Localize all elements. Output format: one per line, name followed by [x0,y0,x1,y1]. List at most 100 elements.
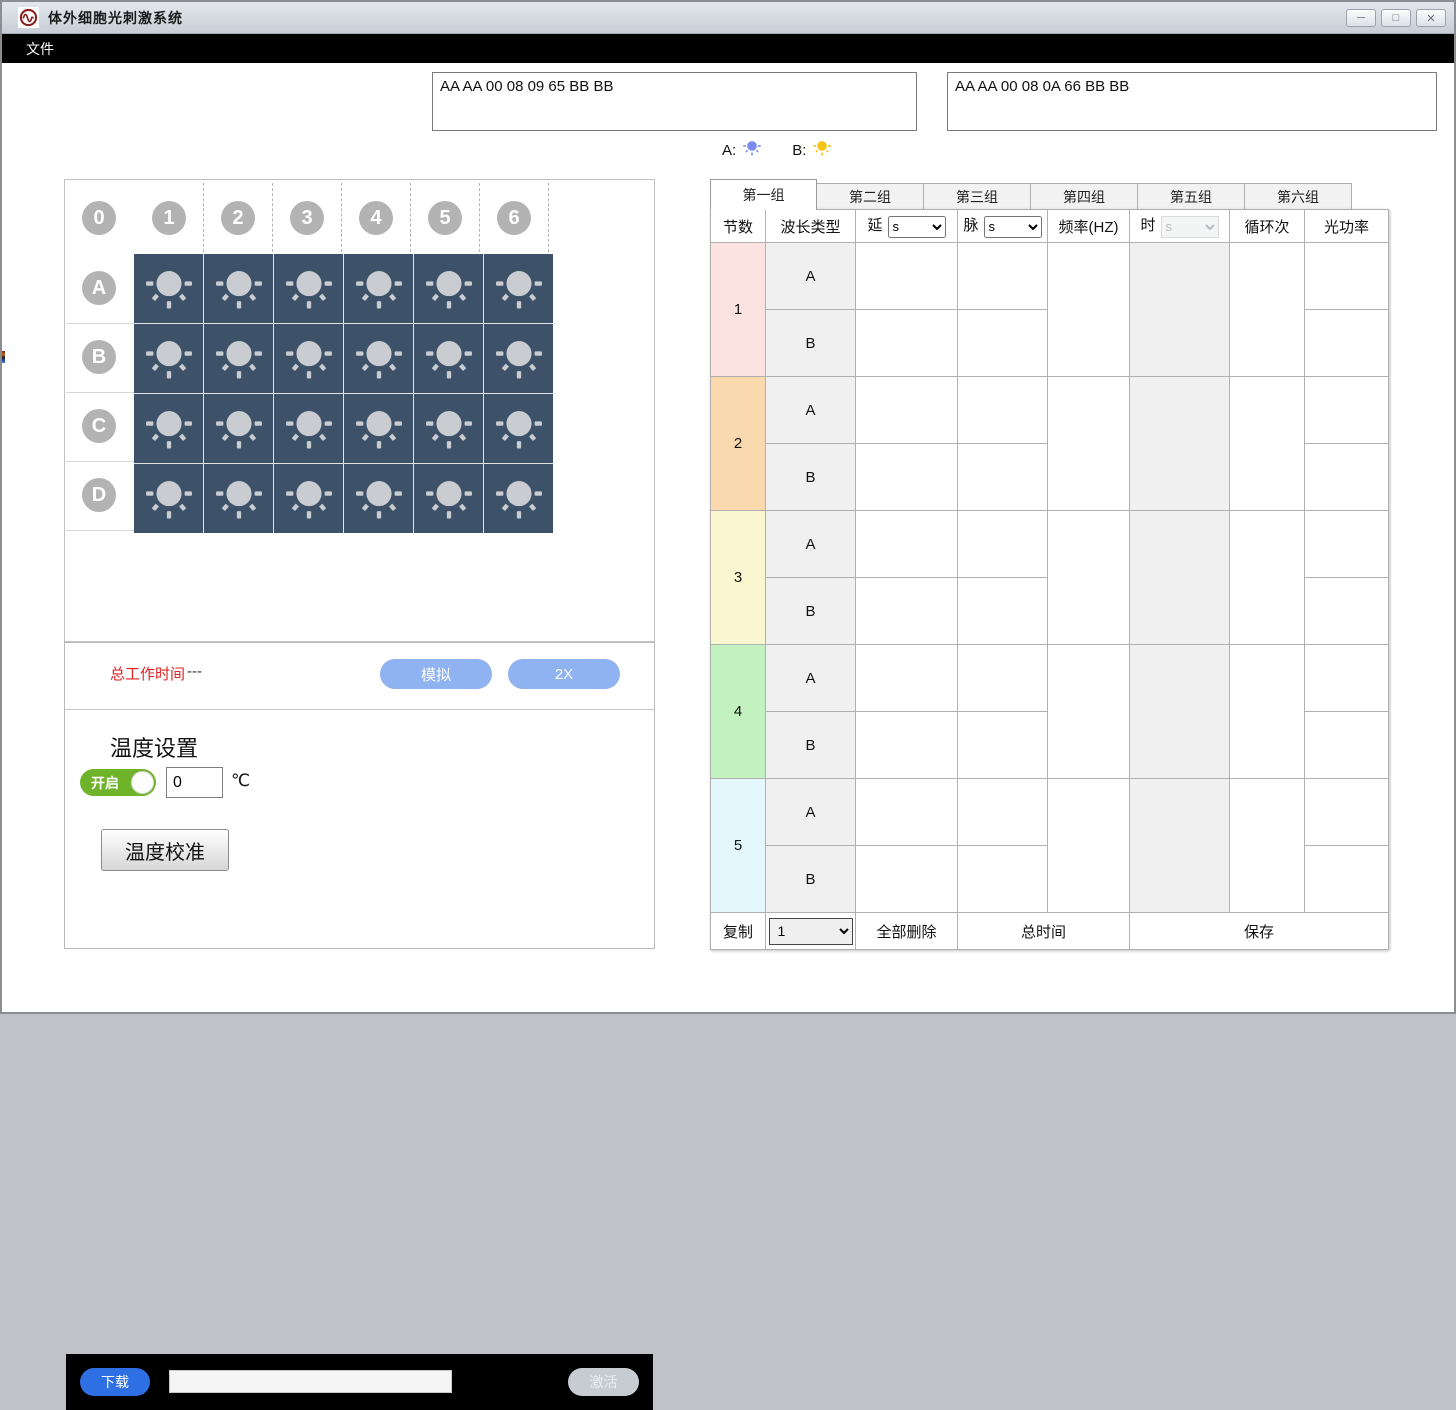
light-bulb-icon [493,473,545,525]
total-time-button[interactable]: 总时间 [958,913,1130,950]
delay-b-cell[interactable] [856,578,958,645]
well-cell-c2[interactable] [204,394,273,463]
well-cell-c1[interactable] [134,394,203,463]
pulse-b-cell[interactable] [958,578,1048,645]
pulse-a-cell[interactable] [958,511,1048,578]
well-cell-d1[interactable] [134,464,203,533]
delay-b-cell[interactable] [856,846,958,913]
delete-all-button[interactable]: 全部删除 [856,913,958,950]
group-tab-2[interactable]: 第二组 [817,183,924,210]
delay-a-cell[interactable] [856,645,958,712]
receive-frame-box[interactable]: AA AA 00 08 0A 66 BB BB [947,72,1437,131]
temperature-toggle[interactable]: 开启 [80,769,156,796]
group-tab-4[interactable]: 第四组 [1031,183,1138,210]
group-tab-6[interactable]: 第六组 [1245,183,1352,210]
frequency-cell[interactable] [1048,243,1130,377]
download-progress-bar [169,1370,452,1393]
well-cell-d2[interactable] [204,464,273,533]
simulate-button[interactable]: 模拟 [380,659,492,689]
download-button[interactable]: 下载 [80,1368,150,1396]
header-delay-label: 延 [867,217,882,234]
frequency-cell[interactable] [1048,645,1130,779]
cycles-cell[interactable] [1230,779,1305,913]
pulse-a-cell[interactable] [958,779,1048,846]
group-tab-5[interactable]: 第五组 [1138,183,1245,210]
well-cell-a6[interactable] [484,254,553,323]
speed-2x-button[interactable]: 2X [508,659,620,689]
well-cell-d4[interactable] [344,464,413,533]
pulse-b-cell[interactable] [958,444,1048,511]
cycles-cell[interactable] [1230,511,1305,645]
well-cell-b6[interactable] [484,324,553,393]
well-cell-c4[interactable] [344,394,413,463]
power-a-cell[interactable] [1305,779,1389,846]
well-cell-d3[interactable] [274,464,343,533]
power-a-cell[interactable] [1305,645,1389,712]
group-tab-1[interactable]: 第一组 [710,179,817,210]
well-cell-b1[interactable] [134,324,203,393]
power-a-cell[interactable] [1305,511,1389,578]
delay-b-cell[interactable] [856,444,958,511]
power-a-cell[interactable] [1305,243,1389,310]
save-button[interactable]: 保存 [1130,913,1389,950]
power-b-cell[interactable] [1305,310,1389,377]
delay-unit-select[interactable]: s [888,216,946,238]
cycles-cell[interactable] [1230,645,1305,779]
well-cell-c6[interactable] [484,394,553,463]
row-header-badge-b: B [82,340,116,374]
cycles-cell[interactable] [1230,377,1305,511]
power-a-cell[interactable] [1305,377,1389,444]
well-cell-a4[interactable] [344,254,413,323]
pulse-a-cell[interactable] [958,645,1048,712]
group-tab-3[interactable]: 第三组 [924,183,1031,210]
pulse-a-cell[interactable] [958,243,1048,310]
temperature-input[interactable] [166,767,223,798]
well-cell-d6[interactable] [484,464,553,533]
pulse-b-cell[interactable] [958,846,1048,913]
power-b-cell[interactable] [1305,712,1389,779]
well-cell-a3[interactable] [274,254,343,323]
header-pulse-label: 脉 [963,217,978,234]
well-cell-b2[interactable] [204,324,273,393]
app-logo-icon [18,7,39,28]
group-4-row-a: 4A [711,645,1389,712]
transfer-bar: 下载 激活 [66,1354,653,1410]
temperature-calibrate-button[interactable]: 温度校准 [101,829,229,871]
send-frame-box[interactable]: AA AA 00 08 09 65 BB BB [432,72,917,131]
pulse-b-cell[interactable] [958,712,1048,779]
well-cell-b5[interactable] [414,324,483,393]
well-cell-c3[interactable] [274,394,343,463]
well-cell-a1[interactable] [134,254,203,323]
pulse-unit-select[interactable]: s [984,216,1042,238]
maximize-button[interactable]: □ [1381,9,1411,27]
close-button[interactable]: ✕ [1416,9,1446,27]
activate-button[interactable]: 激活 [568,1368,639,1396]
minimize-button[interactable]: ─ [1346,9,1376,27]
delay-a-cell[interactable] [856,377,958,444]
power-b-cell[interactable] [1305,444,1389,511]
header-power: 光功率 [1305,210,1389,243]
delay-a-cell[interactable] [856,511,958,578]
cycles-cell[interactable] [1230,243,1305,377]
delay-a-cell[interactable] [856,243,958,310]
pulse-a-cell[interactable] [958,377,1048,444]
copy-count-select[interactable]: 1 [769,918,853,945]
power-b-cell[interactable] [1305,846,1389,913]
pulse-b-cell[interactable] [958,310,1048,377]
delay-b-cell[interactable] [856,310,958,377]
well-cell-a5[interactable] [414,254,483,323]
wavelength-b-cell: B [766,846,856,913]
well-cell-c5[interactable] [414,394,483,463]
table-header-row: 节数 波长类型 延s 脉s 频率(HZ) 时s 循环次 光功率 [711,210,1389,243]
well-cell-a2[interactable] [204,254,273,323]
frequency-cell[interactable] [1048,511,1130,645]
delay-b-cell[interactable] [856,712,958,779]
frequency-cell[interactable] [1048,779,1130,913]
delay-a-cell[interactable] [856,779,958,846]
power-b-cell[interactable] [1305,578,1389,645]
frequency-cell[interactable] [1048,377,1130,511]
menu-item-file[interactable]: 文件 [16,39,64,59]
well-cell-d5[interactable] [414,464,483,533]
well-cell-b4[interactable] [344,324,413,393]
well-cell-b3[interactable] [274,324,343,393]
